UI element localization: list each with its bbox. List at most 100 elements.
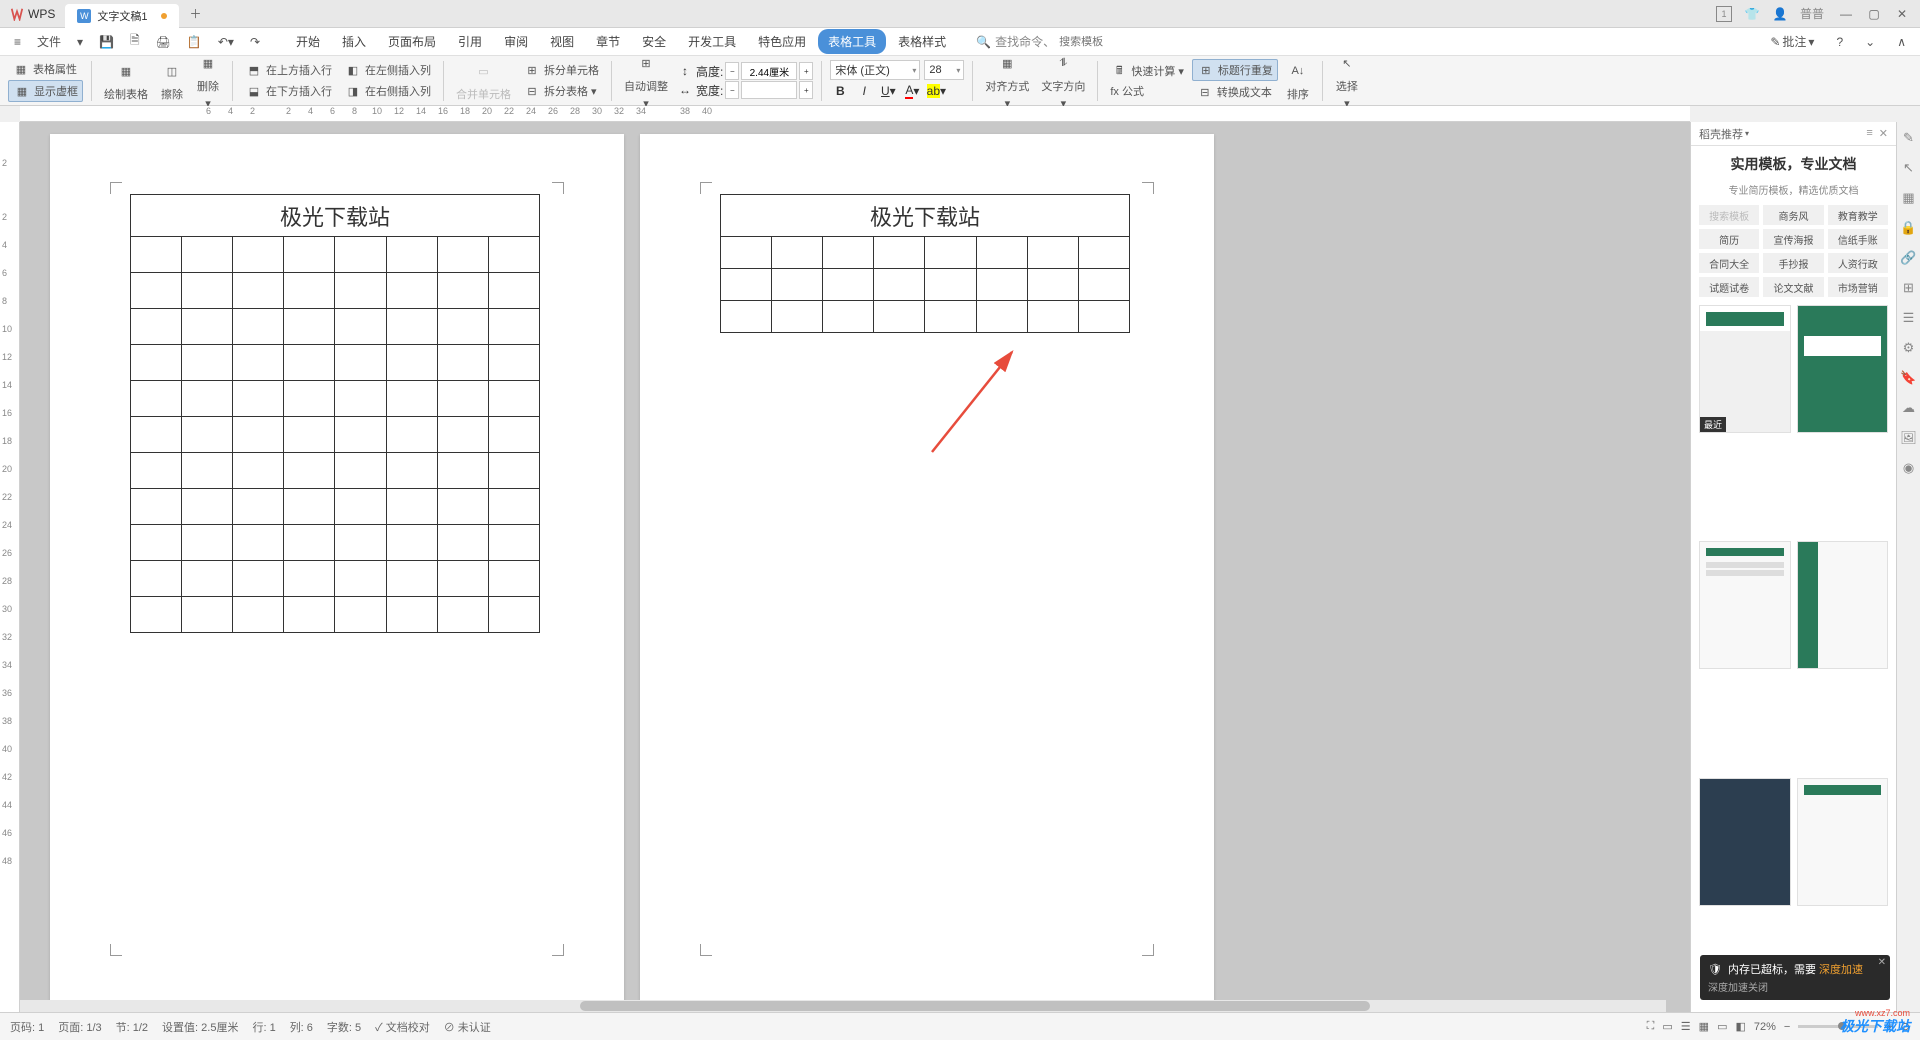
file-menu[interactable]: 文件 — [31, 31, 67, 52]
bold-button[interactable]: B — [830, 81, 850, 101]
insert-col-right-button[interactable]: ◨在右侧插入列 — [340, 81, 435, 101]
redo-icon[interactable]: ↷ — [244, 33, 266, 51]
template-thumb[interactable] — [1797, 305, 1889, 433]
search-input[interactable] — [1059, 36, 1179, 48]
tab-devtools[interactable]: 开发工具 — [678, 29, 746, 54]
grid-icon[interactable]: ⊞ — [1901, 280, 1917, 296]
table-properties-button[interactable]: ▦表格属性 — [8, 59, 83, 79]
width-inc[interactable]: + — [799, 81, 813, 99]
view-print-icon[interactable]: ▭ — [1662, 1020, 1672, 1033]
outline-icon[interactable]: ☰ — [1901, 310, 1917, 326]
split-cell-button[interactable]: ⊞拆分单元格 — [519, 60, 603, 80]
height-input[interactable] — [741, 62, 797, 80]
page-1[interactable]: 极光下载站 — [50, 134, 624, 1004]
maximize-button[interactable]: ▢ — [1864, 4, 1884, 24]
sort-button[interactable]: A↓排序 — [1282, 58, 1314, 103]
width-dec[interactable]: − — [725, 81, 739, 99]
italic-button[interactable]: I — [854, 81, 874, 101]
height-dec[interactable]: − — [725, 62, 739, 80]
zoom-out-button[interactable]: − — [1784, 1021, 1790, 1033]
show-frame-button[interactable]: ▦显示虚框 — [8, 80, 83, 102]
collapse-ribbon-icon[interactable]: ∧ — [1891, 33, 1912, 51]
tab-insert[interactable]: 插入 — [332, 29, 376, 54]
table-header-cell[interactable]: 极光下载站 — [131, 195, 540, 237]
user-avatar-icon[interactable]: 👤 — [1772, 6, 1788, 22]
quick-calc-button[interactable]: 🖩快速计算▾ — [1106, 61, 1188, 81]
formula-button[interactable]: fx 公式 — [1106, 82, 1188, 100]
cat-poster[interactable]: 宣传海报 — [1763, 229, 1823, 249]
cat-resume[interactable]: 简历 — [1699, 229, 1759, 249]
delete-button[interactable]: ▦删除▾ — [192, 50, 224, 111]
notif-close-icon[interactable]: ✕ — [1878, 957, 1886, 968]
document-tab[interactable]: W 文字文稿1 — [65, 4, 179, 28]
layers-icon[interactable]: ▦ — [1901, 190, 1917, 206]
table-2[interactable]: 极光下载站 — [720, 194, 1130, 333]
hamburger-icon[interactable]: ≡ — [8, 33, 27, 51]
ruler-toggle-icon[interactable]: ◧ — [1735, 1020, 1745, 1033]
height-inc[interactable]: + — [799, 62, 813, 80]
view-web-icon[interactable]: ▦ — [1699, 1020, 1709, 1033]
more-icon[interactable]: ⌄ — [1859, 33, 1881, 51]
apparel-icon[interactable]: 👕 — [1744, 6, 1760, 22]
cat-education[interactable]: 教育教学 — [1828, 205, 1888, 225]
tab-view[interactable]: 视图 — [540, 29, 584, 54]
print-icon[interactable]: 🖨 — [150, 33, 177, 51]
table-1[interactable]: 极光下载站 — [130, 194, 540, 633]
panel-menu-icon[interactable]: ≡ — [1866, 127, 1872, 140]
tab-reference[interactable]: 引用 — [448, 29, 492, 54]
lock-icon[interactable]: 🔒 — [1901, 220, 1917, 236]
tab-table-style[interactable]: 表格样式 — [888, 29, 956, 54]
cat-search[interactable]: 搜索模板 — [1699, 205, 1759, 225]
user-name[interactable]: 普普 — [1800, 5, 1824, 22]
page-2[interactable]: 极光下载站 — [640, 134, 1214, 1004]
command-search[interactable]: 🔍 查找命令、 — [976, 33, 1179, 50]
help-icon[interactable]: ? — [1830, 33, 1849, 51]
fullscreen-icon[interactable]: ⛶ — [1647, 1020, 1655, 1033]
minimize-button[interactable]: — — [1836, 4, 1856, 24]
cat-paper[interactable]: 论文文献 — [1763, 277, 1823, 297]
highlight-button[interactable]: ab▾ — [926, 81, 946, 101]
cat-business[interactable]: 商务风 — [1763, 205, 1823, 225]
select-arrow-icon[interactable]: ↖ — [1901, 160, 1917, 176]
underline-button[interactable]: U▾ — [878, 81, 898, 101]
close-button[interactable]: ✕ — [1892, 4, 1912, 24]
image-icon[interactable]: 🖼 — [1901, 430, 1917, 446]
circle-icon[interactable]: ◉ — [1901, 460, 1917, 476]
split-table-button[interactable]: ⊟拆分表格▾ — [519, 81, 603, 101]
panel-close-icon[interactable]: ✕ — [1879, 127, 1888, 140]
template-thumb[interactable] — [1699, 778, 1791, 906]
print-preview-icon[interactable]: 🗎 — [124, 29, 146, 54]
cloud-icon[interactable]: ☁ — [1901, 400, 1917, 416]
draw-table-button[interactable]: ▦绘制表格 — [100, 58, 152, 103]
font-family-select[interactable]: 宋体 (正文) — [830, 60, 920, 80]
tab-table-tools[interactable]: 表格工具 — [818, 29, 886, 54]
insert-col-left-button[interactable]: ◧在左侧插入列 — [340, 60, 435, 80]
tab-start[interactable]: 开始 — [286, 29, 330, 54]
insert-row-below-button[interactable]: ⬓在下方插入行 — [241, 81, 336, 101]
cat-letter[interactable]: 信纸手账 — [1828, 229, 1888, 249]
cat-newspaper[interactable]: 手抄报 — [1763, 253, 1823, 273]
template-thumb[interactable] — [1699, 541, 1791, 669]
template-thumb[interactable] — [1797, 541, 1889, 669]
notification-badge[interactable]: 1 — [1716, 6, 1732, 22]
link-icon[interactable]: 🔗 — [1901, 250, 1917, 266]
status-auth[interactable]: ⊘ 未认证 — [444, 1019, 491, 1035]
document-canvas[interactable]: 极光下载站 极光下载站 — [20, 122, 1690, 1012]
alignment-button[interactable]: ▦对齐方式▾ — [981, 50, 1033, 111]
tab-special[interactable]: 特色应用 — [748, 29, 816, 54]
status-section[interactable]: 节: 1/2 — [116, 1019, 148, 1035]
undo-icon[interactable]: ↶▾ — [212, 33, 240, 51]
template-thumb[interactable]: 最近 — [1699, 305, 1791, 433]
annotate-button[interactable]: ✎ 批注 ▾ — [1764, 31, 1820, 52]
cat-contract[interactable]: 合同大全 — [1699, 253, 1759, 273]
erase-button[interactable]: ◫擦除 — [156, 58, 188, 103]
tab-layout[interactable]: 页面布局 — [378, 29, 446, 54]
edit-icon[interactable]: ✎ — [1901, 130, 1917, 146]
status-page-no[interactable]: 页码: 1 — [10, 1019, 44, 1035]
vertical-ruler[interactable]: 224 6810 121416 182022 242628 303234 363… — [0, 122, 20, 1012]
bookmark-icon[interactable]: 🔖 — [1901, 370, 1917, 386]
table-header-cell[interactable]: 极光下载站 — [721, 195, 1130, 237]
status-spellcheck[interactable]: ✓ 文档校对 — [375, 1019, 430, 1035]
repeat-header-button[interactable]: ⊞标题行重复 — [1192, 59, 1278, 81]
zoom-value[interactable]: 72% — [1754, 1021, 1776, 1033]
